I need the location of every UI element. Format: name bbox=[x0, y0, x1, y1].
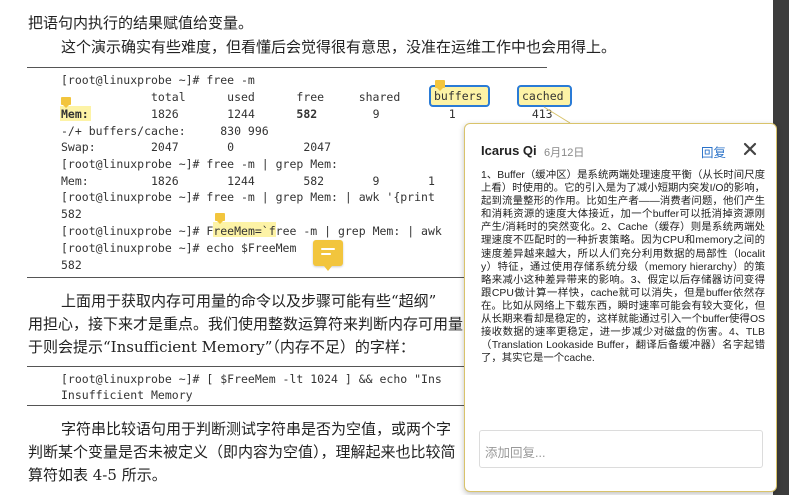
code-line: [root@linuxprobe ~]# echo $FreeMem bbox=[61, 241, 297, 255]
code-line: [root@linuxprobe ~]# free -m bbox=[61, 73, 255, 87]
body-text-line: 于则会提示“Insufficient Memory”（内存不足）的字样： bbox=[28, 338, 415, 356]
comment-marker-icon[interactable] bbox=[435, 80, 445, 91]
body-text-line: 字符串比较语句用于判断测试字符串是否为空值，或两个字 bbox=[61, 420, 452, 438]
mem-values: 1826 1244 bbox=[88, 107, 297, 121]
close-icon[interactable] bbox=[743, 139, 759, 157]
code-line: Insufficient Memory bbox=[61, 388, 193, 402]
mem-free: 582 bbox=[296, 107, 318, 121]
body-text-line: 把语句内执行的结果赋值给变量。 bbox=[28, 14, 254, 32]
body-text-line: 判断某个变量是否未被定义（即内容为空值），理解起来也比较简 bbox=[28, 443, 456, 461]
reply-button[interactable]: 回复 bbox=[701, 142, 726, 161]
mem-rest: 9 1 413 bbox=[317, 107, 553, 121]
assign-rest: `free -m | grep Mem: | awk bbox=[261, 224, 442, 238]
code-line: 582 bbox=[61, 258, 82, 272]
code-line: [root@linuxprobe ~]# free -m | grep Mem: bbox=[61, 157, 338, 171]
highlight-cached-text: cached bbox=[522, 89, 564, 103]
body-text-line: 用担心，接下来才是重点。我们使用整数运算符来判断内存可用量 bbox=[28, 315, 464, 333]
code-line: Mem: 1826 1244 582 9 1 413 bbox=[61, 174, 512, 188]
body-text-line: 上面用于获取内存可用量的命令以及步骤可能有些“超纲” bbox=[61, 292, 437, 310]
code-header-before: total used free shared bbox=[61, 90, 401, 104]
code-line: Swap: 2047 0 2047 bbox=[61, 140, 332, 154]
assign-var: FreeMem= bbox=[206, 224, 262, 238]
assign-prompt: [root@linuxprobe ~]# bbox=[61, 224, 207, 238]
mem-label: Mem: bbox=[61, 107, 89, 121]
comment-popup: Icarus Qi 6月12日 回复 1、Buffer（缓冲区）是系统两端处理速… bbox=[464, 123, 777, 492]
reply-input[interactable]: 添加回复... bbox=[479, 430, 763, 468]
comment-date: 6月12日 bbox=[544, 147, 585, 159]
comment-author: Icarus Qi bbox=[481, 143, 537, 158]
highlight-buffers-text: buffers bbox=[434, 89, 483, 103]
code-line: Mem: 1826 1244 582 9 1 413 bbox=[61, 106, 553, 123]
code-line: 582 bbox=[61, 207, 82, 221]
body-text-line: 这个演示确实有些难度，但看懂后会觉得很有意思，没准在运维工作中也会用得上。 bbox=[61, 38, 617, 56]
code-line: [root@linuxprobe ~]# FreeMem=`free -m | … bbox=[61, 223, 442, 240]
body-text-line: 算符如表 4-5 所示。 bbox=[28, 466, 167, 484]
code-line: -/+ buffers/cache: 830 996 bbox=[61, 124, 269, 138]
comment-note-icon[interactable] bbox=[313, 240, 343, 271]
code-line: [root@linuxprobe ~]# [ $FreeMem -lt 1024… bbox=[61, 372, 442, 386]
code-block-top-rule bbox=[27, 67, 547, 68]
code-line: total used free shared bbox=[61, 89, 400, 106]
code-line: [root@linuxprobe ~]# free -m | grep Mem:… bbox=[61, 190, 435, 204]
comment-body: 1、Buffer（缓冲区）是系统两端处理速度平衡（从长时间尺度上看）时使用的。它… bbox=[481, 170, 766, 365]
comment-marker-icon[interactable] bbox=[215, 213, 225, 224]
